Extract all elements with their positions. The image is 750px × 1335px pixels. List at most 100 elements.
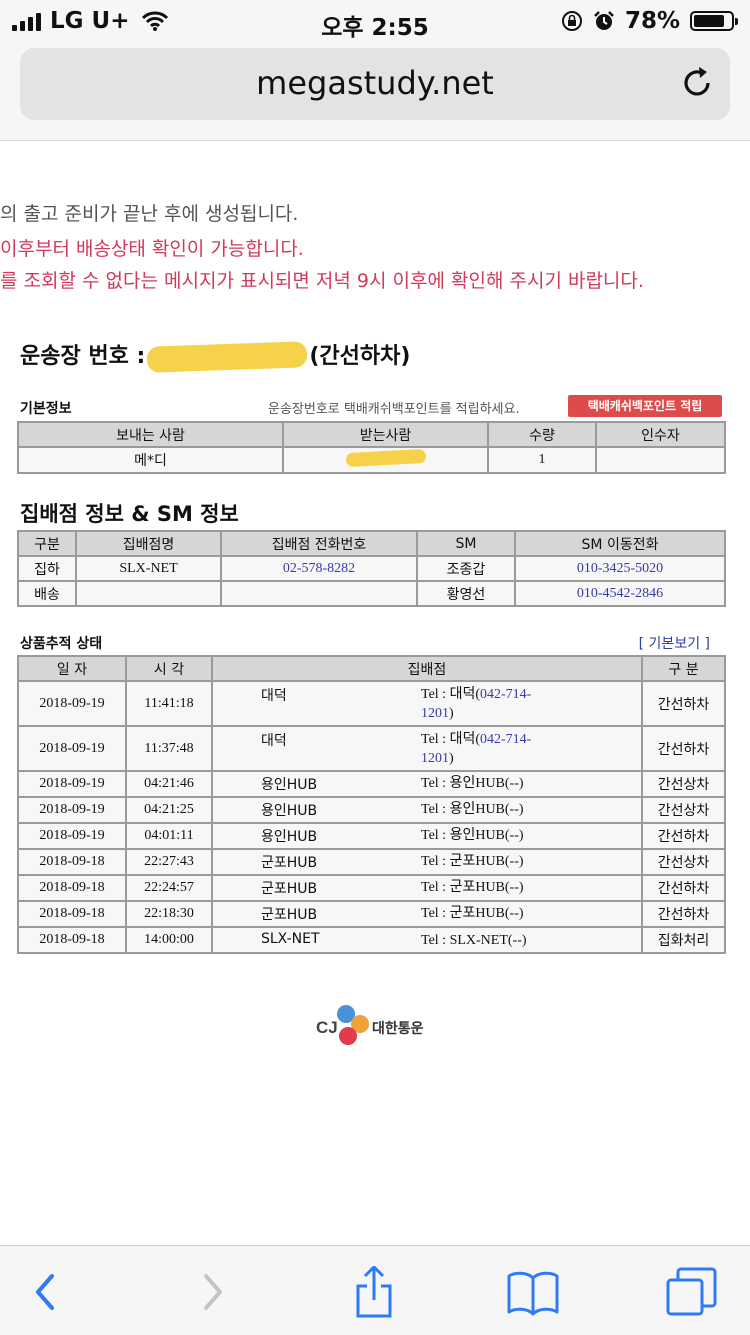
- branch-phone-link[interactable]: 02-578-8282: [220, 555, 418, 582]
- tracking-date: 2018-09-19: [17, 822, 127, 850]
- sm-mobile-link[interactable]: 010-4542-2846: [514, 580, 726, 607]
- browser-toolbar: [0, 1245, 750, 1335]
- status-bar: LG U+ 오후 2:55 78%: [0, 0, 750, 42]
- tracking-branch-cell: 용인HUB Tel : 용인HUB(--): [211, 822, 643, 850]
- branch-name: SLX-NET: [75, 555, 222, 582]
- header-status: 구 분: [641, 655, 726, 682]
- tracking-tel: Tel : 대덕(042-714-1201): [421, 730, 551, 768]
- back-icon[interactable]: [18, 1266, 74, 1318]
- tracking-time: 22:24:57: [125, 874, 213, 902]
- tracking-row: 2018-09-19 04:21:46 용인HUB Tel : 용인HUB(--) 간선…: [17, 770, 726, 798]
- header-quantity: 수량: [487, 421, 597, 448]
- header-branch: 집배점: [211, 655, 643, 682]
- status-right: 78%: [561, 8, 738, 34]
- tracking-tel: Tel : 용인HUB(--): [421, 774, 551, 793]
- tracking-tel: Tel : 대덕(042-714-1201): [421, 685, 551, 723]
- notice-line-3: 를 조회할 수 없다는 메시지가 표시되면 저녁 9시 이후에 확인해 주시기 …: [0, 270, 644, 292]
- bookmarks-icon[interactable]: [505, 1266, 561, 1318]
- tracking-status: 간선상차: [641, 796, 726, 824]
- tracking-time: 04:21:46: [125, 770, 213, 798]
- tracking-branch-name: 군포HUB: [261, 855, 318, 871]
- address-bar[interactable]: megastudy.net: [20, 48, 730, 120]
- notice-line-1: 의 출고 준비가 끝난 후에 생성됩니다.: [0, 203, 299, 225]
- tracking-branch-name: 대덕: [261, 732, 287, 749]
- browser-url-area: megastudy.net: [0, 42, 750, 141]
- tracking-status: 간선하차: [641, 680, 726, 727]
- header-sender: 보내는 사람: [17, 421, 284, 448]
- cj-petal-icon: [337, 1005, 369, 1045]
- waybill-label: 운송장 번호 :: [20, 344, 146, 369]
- tracking-date: 2018-09-18: [17, 848, 127, 876]
- forward-icon[interactable]: [184, 1266, 240, 1318]
- reload-icon[interactable]: [678, 64, 716, 102]
- tracking-status: 간선하차: [641, 822, 726, 850]
- url-text[interactable]: megastudy.net: [20, 64, 730, 102]
- branch-type: 배송: [17, 580, 77, 607]
- tracking-branch-cell: 군포HUB Tel : 군포HUB(--): [211, 900, 643, 928]
- tracking-tel-prefix: Tel : 용인HUB(--): [421, 828, 524, 843]
- branch-name: [75, 580, 222, 607]
- header-date: 일 자: [17, 655, 127, 682]
- tracking-tel: Tel : 군포HUB(--): [421, 904, 551, 923]
- tracking-status: 간선하차: [641, 725, 726, 772]
- tracking-branch-cell: 대덕 Tel : 대덕(042-714-1201): [211, 725, 643, 772]
- redacted-receiver: [345, 448, 426, 467]
- tracking-tel-prefix: Tel : 군포HUB(--): [421, 854, 524, 869]
- tracking-tel-prefix: Tel : 용인HUB(--): [421, 802, 524, 817]
- tracking-date: 2018-09-19: [17, 680, 127, 727]
- wifi-icon: [141, 11, 168, 31]
- logo-text: 대한통운: [372, 1021, 424, 1037]
- tabs-icon[interactable]: [664, 1266, 720, 1318]
- header-receiver: 받는사람: [282, 421, 489, 448]
- sender-value: 메*디: [17, 446, 284, 474]
- tracking-branch-cell: 군포HUB Tel : 군포HUB(--): [211, 848, 643, 876]
- battery-percent: 78%: [624, 8, 680, 34]
- header-branch-phone: 집배점 전화번호: [220, 530, 418, 557]
- tracking-date: 2018-09-18: [17, 926, 127, 954]
- tracking-time: 11:41:18: [125, 680, 213, 727]
- cellular-signal-icon: [12, 11, 41, 31]
- tracking-tel-prefix: Tel : SLX-NET(--): [421, 932, 527, 948]
- header-acceptor: 인수자: [595, 421, 726, 448]
- tracking-tel-prefix: Tel : 군포HUB(--): [421, 880, 524, 895]
- tracking-status: 간선하차: [641, 874, 726, 902]
- basic-info-header-row: 보내는 사람 받는사람 수량 인수자: [17, 421, 726, 448]
- tracking-tel: Tel : 용인HUB(--): [421, 800, 551, 819]
- tracking-time: 22:27:43: [125, 848, 213, 876]
- basic-info-table: 보내는 사람 받는사람 수량 인수자 메*디 1: [17, 421, 726, 474]
- share-icon[interactable]: [346, 1266, 402, 1318]
- redacted-waybill-number: [146, 341, 308, 373]
- tracking-row: 2018-09-19 04:01:11 용인HUB Tel : 용인HUB(--) 간선…: [17, 822, 726, 850]
- tracking-status: 집화처리: [641, 926, 726, 954]
- tracking-status: 간선하차: [641, 900, 726, 928]
- sm-name: 조종갑: [416, 555, 516, 582]
- tracking-date: 2018-09-18: [17, 874, 127, 902]
- tracking-branch-cell: 용인HUB Tel : 용인HUB(--): [211, 796, 643, 824]
- tracking-status: 간선상차: [641, 848, 726, 876]
- branch-type: 집하: [17, 555, 77, 582]
- notice-line-2: 이후부터 배송상태 확인이 가능합니다.: [0, 238, 304, 260]
- tracking-row: 2018-09-19 11:41:18 대덕 Tel : 대덕(042-714-120…: [17, 680, 726, 727]
- tracking-table: 일 자 시 각 집배점 구 분 2018-09-19 11:41:18 대덕 Tel …: [17, 655, 726, 954]
- tracking-branch-cell: SLX-NET Tel : SLX-NET(--): [211, 926, 643, 954]
- basic-view-link[interactable]: [ 기본보기 ]: [639, 633, 710, 653]
- sm-name: 황영선: [416, 580, 516, 607]
- tracking-branch-name: SLX-NET: [261, 930, 320, 947]
- tracking-branch-name: 용인HUB: [261, 777, 318, 793]
- tracking-row: 2018-09-18 14:00:00 SLX-NET Tel : SLX-NET(-…: [17, 926, 726, 954]
- tracking-tel-suffix: ): [449, 705, 454, 721]
- tracking-date: 2018-09-19: [17, 770, 127, 798]
- header-time: 시 각: [125, 655, 213, 682]
- status-left: LG U+: [12, 8, 168, 34]
- header-sm-mobile: SM 이동전화: [514, 530, 726, 557]
- sm-mobile-link[interactable]: 010-3425-5020: [514, 555, 726, 582]
- tracking-status: 간선상차: [641, 770, 726, 798]
- tracking-time: 22:18:30: [125, 900, 213, 928]
- basic-info-label: 기본정보: [20, 401, 72, 417]
- cashback-point-button[interactable]: 택배캐쉬백포인트 적립: [568, 395, 722, 417]
- waybill-title: 운송장 번호 : (간선하차): [20, 338, 410, 373]
- alarm-icon: [594, 11, 614, 30]
- tracking-time: 04:21:25: [125, 796, 213, 824]
- branch-phone-link[interactable]: [220, 580, 418, 607]
- tracking-row: 2018-09-19 11:37:48 대덕 Tel : 대덕(042-714-120…: [17, 725, 726, 772]
